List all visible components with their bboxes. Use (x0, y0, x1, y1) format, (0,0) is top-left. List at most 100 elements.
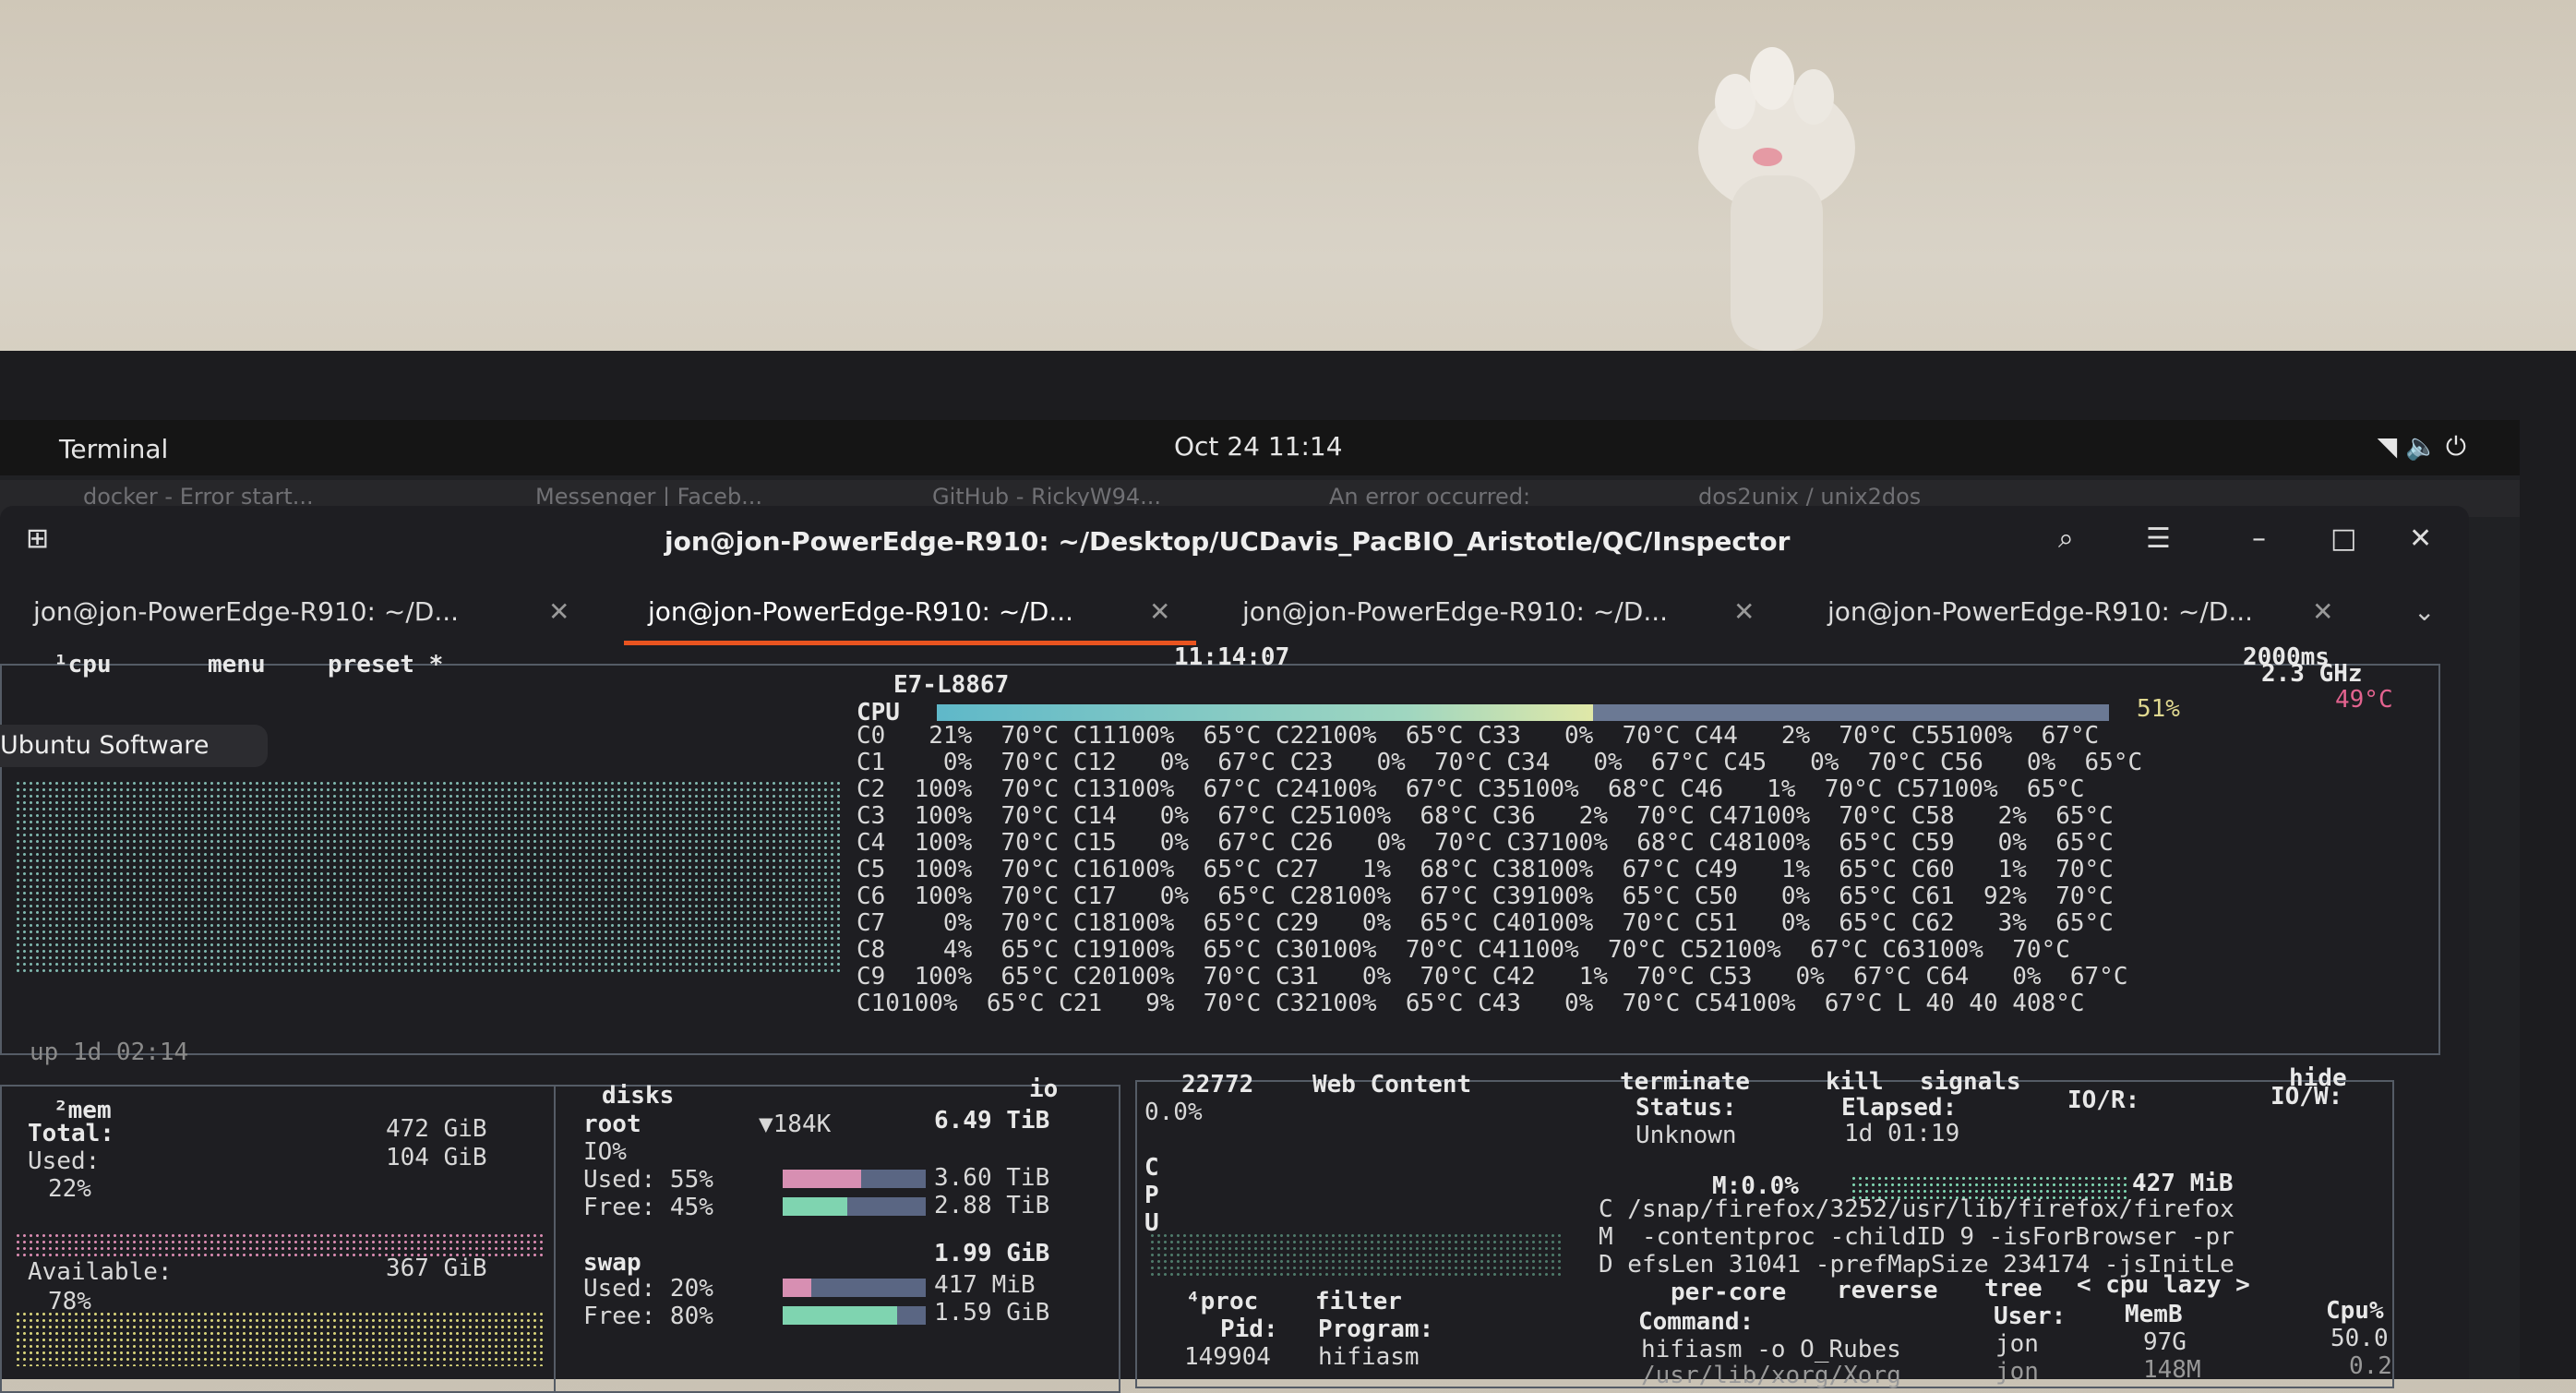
detail-cmd-line1: C /snap/firefox/3252/usr/lib/firefox/fir… (1599, 1195, 2235, 1223)
core-row: C8 4% 65°C C19100% 65°C C30100% 70°C C41… (857, 936, 2070, 964)
cpu-model: E7-L8867 (893, 671, 1010, 699)
swap-label: swap (583, 1249, 641, 1277)
detail-mem-val: 427 MiB (2132, 1170, 2234, 1197)
terminal-titlebar: ⊞ jon@jon-PowerEdge-R910: ~/Desktop/UCDa… (0, 506, 2469, 576)
proc-row-cpu[interactable]: 50.0 (2330, 1325, 2389, 1352)
proc-label: ⁴proc (1186, 1288, 1259, 1315)
new-tab-icon[interactable]: ⊞ (26, 522, 49, 555)
mem-used-meter (15, 1232, 546, 1256)
swap-free-label: Free: 80% (583, 1303, 713, 1330)
terminal-tab-4[interactable]: jon@jon-PowerEdge-R910: ~/D... (1827, 596, 2253, 627)
cpu-total-pct: 51% (2137, 695, 2180, 723)
menu-label[interactable]: menu (208, 651, 266, 678)
volume-icon: 🔈 (2405, 431, 2438, 462)
mem-used: 104 GiB (386, 1144, 487, 1171)
filter-button[interactable]: filter (1315, 1288, 1402, 1315)
core-row: C3 100% 70°C C14 0% 67°C C25100% 68°C C3… (857, 802, 2114, 830)
menu-icon[interactable]: ☰ (2146, 522, 2171, 555)
core-row: C2 100% 70°C C13100% 67°C C24100% 67°C C… (857, 775, 2085, 803)
disk-used-label: Used: 55% (583, 1166, 713, 1194)
status-value: Unknown (1635, 1122, 1737, 1149)
detail-cpu-axis: C P U (1144, 1154, 1159, 1237)
proc-header-pid[interactable]: Pid: (1220, 1315, 1278, 1343)
proc-row-program[interactable]: hifiasm (1318, 1343, 1420, 1371)
top-bar-clock[interactable]: Oct 24 11:14 (1174, 431, 1343, 462)
status-label: Status: (1635, 1094, 1737, 1122)
proc-row-pid[interactable]: 149904 (1184, 1343, 1271, 1371)
terminal-tabs: jon@jon-PowerEdge-R910: ~/D... ✕ jon@jon… (0, 583, 2469, 650)
mem-used-pct: 22% (48, 1175, 91, 1203)
swap-free-meter (783, 1306, 926, 1325)
core-row: C4 100% 70°C C15 0% 67°C C26 0% 70°C C37… (857, 829, 2114, 857)
tab-close-icon[interactable]: ✕ (2312, 596, 2333, 627)
core-row: C9 100% 65°C C20100% 70°C C31 0% 70°C C4… (857, 963, 2128, 991)
elapsed-label: Elapsed: (1841, 1094, 1958, 1122)
power-icon: ⏻ (2445, 431, 2466, 462)
swap-used-meter (783, 1279, 926, 1297)
tree-toggle[interactable]: tree (1984, 1275, 2043, 1303)
proc-header-program[interactable]: Program: (1318, 1315, 1433, 1343)
disk-root-io: ▼184K (759, 1111, 832, 1138)
proc-row-mem[interactable]: 148M (2143, 1356, 2201, 1384)
proc-row-user[interactable]: jon (1995, 1358, 2039, 1386)
detail-name: Web Content (1312, 1071, 1472, 1099)
proc-row-mem[interactable]: 97G (2143, 1328, 2187, 1356)
close-icon[interactable]: ✕ (2409, 522, 2432, 555)
dock-tooltip: Ubuntu Software (0, 725, 268, 767)
maximize-icon[interactable]: □ (2330, 522, 2356, 555)
io-label[interactable]: io (1029, 1075, 1058, 1103)
disk-root-label: root (583, 1111, 641, 1138)
preset-label[interactable]: preset * (328, 651, 443, 678)
search-icon[interactable]: ⌕ (2058, 522, 2074, 555)
proc-row-cpu[interactable]: 0.2 (2349, 1352, 2392, 1380)
signals-button[interactable]: signals (1920, 1068, 2021, 1096)
terminal-tab-1[interactable]: jon@jon-PowerEdge-R910: ~/D... (33, 596, 459, 627)
io-write-label: IO/W: (2270, 1083, 2343, 1111)
detail-pid: 22772 (1181, 1071, 1254, 1099)
cpu-box-label: ¹cpu (54, 651, 112, 678)
cpu-history-graph (15, 780, 842, 974)
disk-free-label: Free: 45% (583, 1194, 713, 1221)
wifi-icon: ◥ (2377, 431, 2398, 462)
detail-cmd-line2: M -contentproc -childID 9 -isForBrowser … (1599, 1223, 2235, 1251)
elapsed-value: 1d 01:19 (1844, 1120, 1960, 1147)
gnome-top-bar: Terminal Oct 24 11:14 ◥ 🔈 ⏻ (0, 420, 2520, 475)
proc-header-cpu[interactable]: Cpu% (2326, 1297, 2384, 1325)
kill-button[interactable]: kill (1826, 1068, 1884, 1096)
proc-row-user[interactable]: jon (1995, 1330, 2039, 1358)
tab-close-icon[interactable]: ✕ (1149, 596, 1170, 627)
cat-paw (1698, 47, 1855, 351)
tab-list-chevron-icon[interactable]: ⌄ (2414, 596, 2435, 627)
minimize-icon[interactable]: – (2252, 522, 2266, 555)
sort-selector[interactable]: < cpu lazy > (2077, 1271, 2250, 1299)
swap-size: 1.99 GiB (934, 1240, 1050, 1267)
cpu-total-temp: 49°C (2335, 686, 2393, 714)
disk-free-meter (783, 1197, 926, 1216)
core-row: C0 21% 70°C C11100% 65°C C22100% 65°C C3… (857, 722, 2100, 750)
active-tab-indicator (624, 641, 1196, 645)
disk-used-val: 3.60 TiB (934, 1164, 1050, 1192)
btop-clock: 11:14:07 (1174, 643, 1290, 671)
proc-header-command[interactable]: Command: (1638, 1308, 1754, 1336)
per-core-toggle[interactable]: per-core (1671, 1279, 1786, 1306)
proc-header-mem[interactable]: MemB (2125, 1301, 2183, 1328)
tab-close-icon[interactable]: ✕ (548, 596, 569, 627)
tab-close-icon[interactable]: ✕ (1733, 596, 1755, 627)
reverse-toggle[interactable]: reverse (1837, 1277, 1938, 1304)
activities-app-label[interactable]: Terminal (59, 434, 168, 464)
swap-free-val: 1.59 GiB (934, 1299, 1050, 1327)
mem-avail: 367 GiB (386, 1255, 487, 1282)
window-title: jon@jon-PowerEdge-R910: ~/Desktop/UCDavi… (665, 526, 1791, 557)
terminal-tab-3[interactable]: jon@jon-PowerEdge-R910: ~/D... (1242, 596, 1668, 627)
mem-total-label: Total: (28, 1120, 114, 1147)
disk-free-val: 2.88 TiB (934, 1192, 1050, 1219)
mem-avail-meter (15, 1311, 546, 1366)
proc-header-user[interactable]: User: (1994, 1303, 2066, 1330)
terminal-tab-2[interactable]: jon@jon-PowerEdge-R910: ~/D... (648, 596, 1073, 627)
proc-row-command[interactable]: /usr/lib/xorg/Xorg (1641, 1362, 1901, 1389)
system-status-icons[interactable]: ◥ 🔈 ⏻ (2378, 431, 2466, 462)
terminate-button[interactable]: terminate (1620, 1068, 1750, 1096)
mem-total: 472 GiB (386, 1115, 487, 1143)
io-read-label: IO/R: (2067, 1087, 2140, 1114)
proc-row-command[interactable]: hifiasm -o O_Rubes (1641, 1336, 1901, 1363)
